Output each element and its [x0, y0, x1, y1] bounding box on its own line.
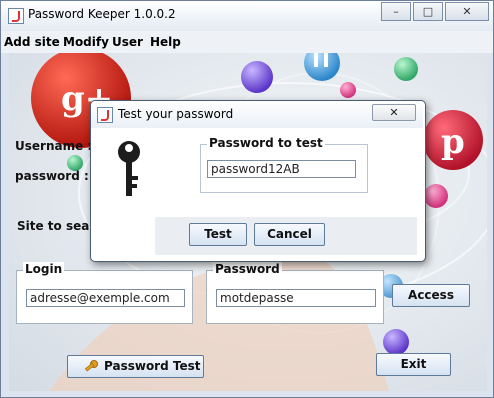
password-field[interactable]: motdepasse	[216, 289, 376, 307]
menu-user[interactable]: User	[112, 35, 143, 49]
dialog-app-icon	[97, 107, 113, 123]
password-group-label: Password	[213, 262, 282, 276]
password-group: Password motdepasse	[206, 262, 384, 324]
minimize-button[interactable]: –	[381, 2, 411, 21]
password-label: password :	[15, 169, 89, 183]
login-field[interactable]: adresse@exemple.com	[26, 289, 185, 307]
menu-bar: Add site Modify User Help	[1, 31, 493, 53]
svg-text:p: p	[441, 122, 465, 162]
password-test-button[interactable]: Password Test	[67, 355, 204, 378]
password-test-label: Password Test	[104, 359, 201, 373]
close-button[interactable]: ✕	[445, 2, 489, 21]
main-window: Password Keeper 1.0.0.2 – □ ✕ Add site M…	[0, 0, 494, 398]
menu-help[interactable]: Help	[150, 35, 181, 49]
key-icon	[107, 138, 151, 202]
dialog-title: Test your password	[118, 107, 234, 121]
exit-button[interactable]: Exit	[376, 353, 451, 376]
dialog-title-bar: Test your password ✕	[91, 101, 423, 128]
java-app-icon	[8, 8, 24, 24]
login-group: Login adresse@exemple.com	[16, 262, 193, 324]
test-button[interactable]: Test	[189, 223, 247, 246]
cancel-button[interactable]: Cancel	[254, 223, 325, 246]
menu-modify[interactable]: Modify	[63, 35, 109, 49]
dialog-body: Password to test password12AB Test Cance…	[97, 130, 417, 255]
password-to-test-label: Password to test	[207, 136, 325, 150]
maximize-button[interactable]: □	[413, 2, 443, 21]
key-icon	[84, 360, 98, 374]
username-label: Username :	[15, 139, 93, 153]
password-to-test-field[interactable]: password12AB	[207, 160, 356, 178]
login-group-label: Login	[23, 262, 65, 276]
test-password-dialog: Test your password ✕ Password to test pa…	[90, 100, 426, 262]
dialog-close-button[interactable]: ✕	[372, 104, 416, 121]
title-bar: Password Keeper 1.0.0.2 – □ ✕	[1, 1, 493, 31]
access-button[interactable]: Access	[392, 284, 470, 307]
menu-add-site[interactable]: Add site	[4, 35, 60, 49]
password-to-test-group: Password to test password12AB	[200, 136, 368, 193]
window-title: Password Keeper 1.0.0.2	[28, 7, 176, 21]
